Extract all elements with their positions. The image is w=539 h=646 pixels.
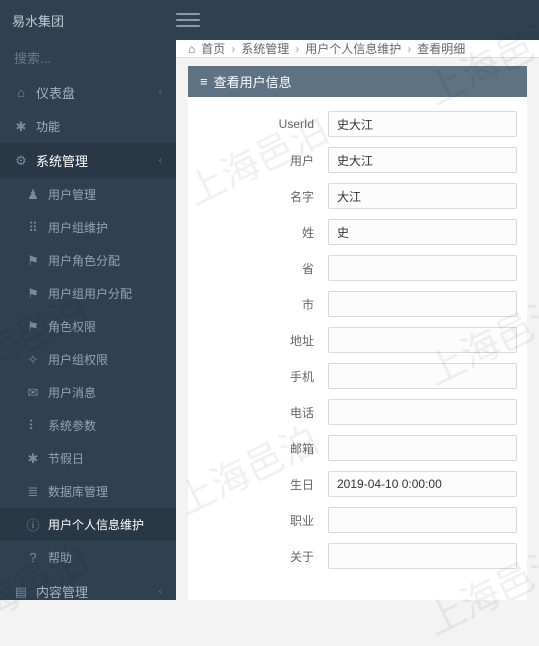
bc-userinfo[interactable]: 用户个人信息维护 <box>305 40 401 57</box>
chevron-left-icon: ‹ <box>159 586 162 597</box>
topbar: 易水集团 <box>0 0 539 40</box>
message-icon: ✉ <box>26 386 40 400</box>
sidebar: 搜索... ⌂仪表盘‹ ✱功能 ⚙系统管理‹ ♟用户管理 ⠿用户组维护 ⚑用户角… <box>0 40 176 600</box>
sidebar-item-roleperm[interactable]: ⚑角色权限 <box>0 310 176 343</box>
sidebar-item-roleassign[interactable]: ⚑用户角色分配 <box>0 244 176 277</box>
input-occupation[interactable] <box>328 507 517 533</box>
panel-header: ≡ 查看用户信息 <box>188 66 527 97</box>
panel-title: 查看用户信息 <box>214 72 292 91</box>
sliders-icon: ⠇ <box>26 419 40 433</box>
database-icon: ≣ <box>26 485 40 499</box>
sidebar-item-sysparam[interactable]: ⠇系统参数 <box>0 409 176 442</box>
label-city: 市 <box>198 296 328 313</box>
label-address: 地址 <box>198 332 328 349</box>
user-icon: ♟ <box>26 188 40 202</box>
label-surname: 姓 <box>198 224 328 241</box>
sidebar-item-contentmgmt[interactable]: ▤内容管理‹ <box>0 574 176 600</box>
sidebar-item-dashboard[interactable]: ⌂仪表盘‹ <box>0 75 176 110</box>
label-mobile: 手机 <box>198 368 328 385</box>
input-province[interactable] <box>328 255 517 281</box>
flag-icon: ⚑ <box>26 320 40 334</box>
input-phone[interactable] <box>328 399 517 425</box>
sidebar-item-help[interactable]: ?帮助 <box>0 541 176 574</box>
sidebar-item-holiday[interactable]: ✱节假日 <box>0 442 176 475</box>
sidebar-item-dbmgmt[interactable]: ≣数据库管理 <box>0 475 176 508</box>
chevron-left-icon: ‹ <box>159 87 162 98</box>
label-user: 用户 <box>198 152 328 169</box>
users-icon: ⠿ <box>26 221 40 235</box>
input-user[interactable] <box>328 147 517 173</box>
sidebar-search-placeholder: 搜索... <box>14 48 51 67</box>
main-wrap: 搜索... ⌂仪表盘‹ ✱功能 ⚙系统管理‹ ♟用户管理 ⠿用户组维护 ⚑用户角… <box>0 40 539 600</box>
bc-detail: 查看明细 <box>417 40 465 57</box>
chevron-left-icon: ‹ <box>159 155 162 166</box>
hamburger-icon[interactable] <box>176 8 200 32</box>
label-userid: UserId <box>198 117 328 131</box>
search-input[interactable]: 搜索... <box>0 40 176 75</box>
gear-icon: ✱ <box>14 120 28 134</box>
dashboard-icon: ⌂ <box>14 86 28 100</box>
input-address[interactable] <box>328 327 517 353</box>
form-body: UserId 用户 名字 姓 省 市 地址 手机 电话 邮箱 生日 职业 关于 <box>188 97 527 600</box>
help-icon: ? <box>26 551 40 565</box>
flag-icon: ⚑ <box>26 287 40 301</box>
input-name[interactable] <box>328 183 517 209</box>
list-icon: ≡ <box>200 74 208 89</box>
input-userid[interactable] <box>328 111 517 137</box>
input-about[interactable] <box>328 543 517 569</box>
sidebar-item-usermsg[interactable]: ✉用户消息 <box>0 376 176 409</box>
label-phone: 电话 <box>198 404 328 421</box>
bc-home[interactable]: 首页 <box>201 40 225 57</box>
sidebar-item-groupuser[interactable]: ⚑用户组用户分配 <box>0 277 176 310</box>
sidebar-item-groupmaint[interactable]: ⠿用户组维护 <box>0 211 176 244</box>
sidebar-item-functions[interactable]: ✱功能 <box>0 110 176 143</box>
input-birthday[interactable] <box>328 471 517 497</box>
label-province: 省 <box>198 260 328 277</box>
calendar-icon: ✱ <box>26 452 40 466</box>
breadcrumb: ⌂ 首页› 系统管理› 用户个人信息维护› 查看明细 <box>176 40 539 58</box>
sidebar-item-groupperm[interactable]: ✧用户组权限 <box>0 343 176 376</box>
info-icon: ⓘ <box>26 518 40 532</box>
input-mobile[interactable] <box>328 363 517 389</box>
file-icon: ▤ <box>14 585 28 599</box>
label-email: 邮箱 <box>198 440 328 457</box>
sidebar-item-userinfo[interactable]: ⓘ用户个人信息维护 <box>0 508 176 541</box>
input-city[interactable] <box>328 291 517 317</box>
label-name: 名字 <box>198 188 328 205</box>
input-surname[interactable] <box>328 219 517 245</box>
content: ⌂ 首页› 系统管理› 用户个人信息维护› 查看明细 ≡ 查看用户信息 User… <box>176 40 539 600</box>
flag-icon: ⚑ <box>26 254 40 268</box>
label-occupation: 职业 <box>198 512 328 529</box>
brand: 易水集团 <box>12 11 176 30</box>
cogs-icon: ⚙ <box>14 154 28 168</box>
wrench-icon: ✧ <box>26 353 40 367</box>
label-about: 关于 <box>198 548 328 565</box>
bc-sysmgmt[interactable]: 系统管理 <box>241 40 289 57</box>
label-birthday: 生日 <box>198 476 328 493</box>
home-icon: ⌂ <box>188 42 195 56</box>
input-email[interactable] <box>328 435 517 461</box>
sidebar-item-sysmgmt[interactable]: ⚙系统管理‹ <box>0 143 176 178</box>
sidebar-item-usermgmt[interactable]: ♟用户管理 <box>0 178 176 211</box>
